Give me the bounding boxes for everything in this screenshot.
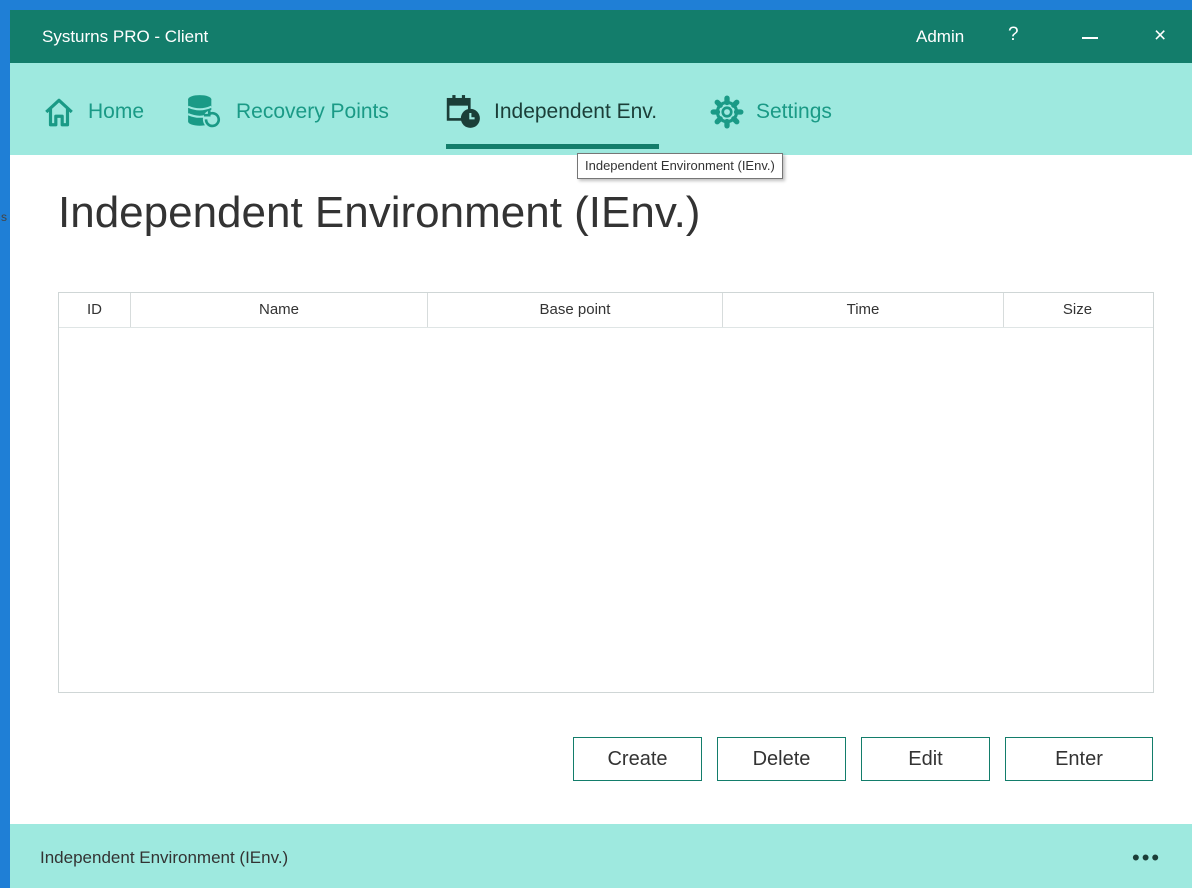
table-body[interactable] bbox=[59, 328, 1153, 692]
nav-settings[interactable]: Settings bbox=[710, 92, 832, 132]
column-header-size[interactable]: Size bbox=[1004, 293, 1151, 327]
app-window: Systurns PRO - Client Admin ? × Home Rec… bbox=[10, 10, 1192, 888]
desktop-partial-text: s bbox=[1, 210, 7, 224]
title-bar: Systurns PRO - Client Admin ? × bbox=[10, 10, 1192, 63]
app-title: Systurns PRO - Client bbox=[42, 27, 209, 46]
column-header-time[interactable]: Time bbox=[723, 293, 1004, 327]
delete-button[interactable]: Delete bbox=[717, 737, 846, 781]
page-title: Independent Environment (IEnv.) bbox=[58, 188, 701, 237]
enter-button[interactable]: Enter bbox=[1005, 737, 1153, 781]
column-header-name[interactable]: Name bbox=[131, 293, 428, 327]
user-menu[interactable]: Admin bbox=[916, 27, 964, 47]
nav-home-label: Home bbox=[88, 100, 145, 123]
gear-icon bbox=[710, 95, 744, 129]
status-bar: Independent Environment (IEnv.) ••• bbox=[10, 824, 1192, 888]
create-button[interactable]: Create bbox=[573, 737, 702, 781]
nav-tooltip: Independent Environment (IEnv.) bbox=[577, 153, 783, 179]
status-text: Independent Environment (IEnv.) bbox=[40, 848, 289, 867]
more-options-button[interactable]: ••• bbox=[1132, 845, 1161, 871]
nav-recovery-points[interactable]: Recovery Points bbox=[186, 92, 389, 132]
home-icon bbox=[45, 98, 73, 127]
nav-settings-label: Settings bbox=[756, 100, 832, 123]
help-button[interactable]: ? bbox=[1008, 24, 1019, 46]
calendar-clock-icon bbox=[446, 95, 480, 128]
nav-independent-env-label: Independent Env. bbox=[494, 100, 658, 123]
nav-recovery-points-label: Recovery Points bbox=[236, 100, 389, 123]
table-header: ID Name Base point Time Size bbox=[59, 293, 1153, 328]
edit-button[interactable]: Edit bbox=[861, 737, 990, 781]
close-button[interactable]: × bbox=[1154, 24, 1166, 48]
column-header-id[interactable]: ID bbox=[59, 293, 131, 327]
nav-independent-env[interactable]: Independent Env. bbox=[446, 92, 660, 149]
minimize-button[interactable] bbox=[1082, 37, 1098, 39]
desktop-edge bbox=[0, 0, 10, 888]
column-header-base-point[interactable]: Base point bbox=[428, 293, 723, 327]
ienv-table[interactable]: ID Name Base point Time Size bbox=[58, 292, 1154, 693]
main-nav: Home Recovery Points Independent Env. Se… bbox=[10, 63, 1192, 155]
desktop-background bbox=[0, 0, 1192, 10]
database-restore-icon bbox=[187, 95, 222, 129]
nav-home[interactable]: Home bbox=[42, 92, 144, 132]
